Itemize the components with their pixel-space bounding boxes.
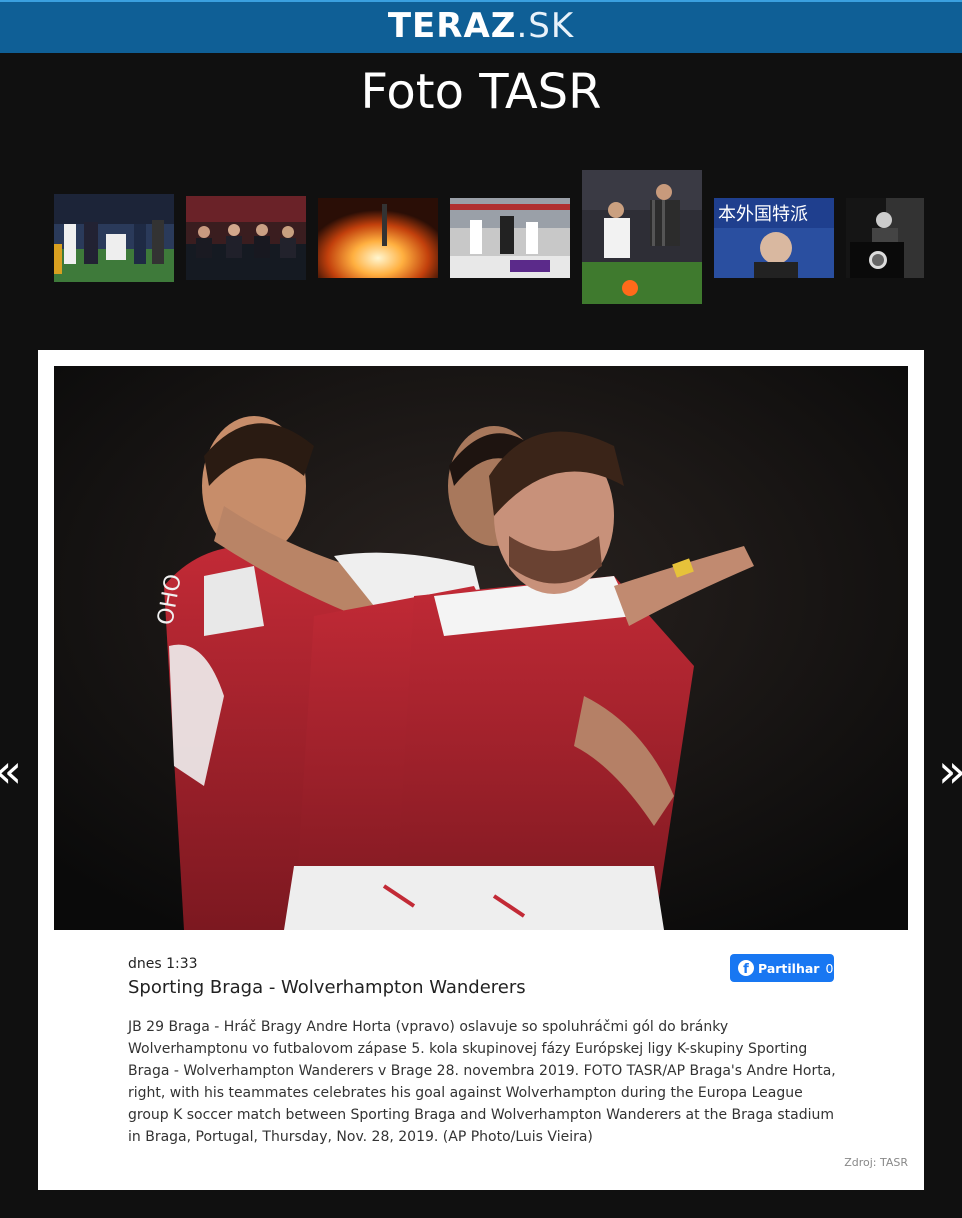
thumb-vip-stands[interactable]	[186, 196, 306, 280]
thumb-missile-launch[interactable]	[318, 198, 438, 278]
thumb-japanese-press[interactable]: 本外国特派	[714, 198, 834, 278]
photo-card: OHO dnes 1:33 Sporting Braga - Wolverham…	[38, 350, 924, 1190]
thumbnail-strip[interactable]: 本外国特派	[54, 170, 924, 304]
logo-bold: TERAZ	[387, 6, 517, 46]
thumb-football-injury[interactable]	[54, 194, 174, 282]
logo-light: .SK	[516, 6, 575, 46]
site-header: TERAZ.SK	[0, 0, 962, 53]
next-photo-arrow[interactable]: »	[938, 748, 962, 794]
thumb-football-match[interactable]	[450, 198, 570, 278]
photo-description: JB 29 Braga - Hráč Bragy Andre Horta (vp…	[128, 1019, 836, 1145]
main-photo[interactable]: OHO	[54, 366, 908, 930]
site-logo[interactable]: TERAZ.SK	[0, 6, 962, 46]
share-label: Partilhar	[758, 960, 820, 976]
facebook-icon: f	[738, 960, 754, 976]
photo-date: dnes 1:33	[128, 956, 198, 972]
svg-text:本外国特派: 本外国特派	[718, 204, 808, 225]
thumb-president-podium[interactable]	[846, 198, 924, 278]
thumb-football-tackle[interactable]	[582, 170, 702, 304]
gallery-title: Foto TASR	[360, 64, 602, 120]
previous-photo-arrow[interactable]: «	[0, 748, 22, 794]
photo-title: Sporting Braga - Wolverhampton Wanderers	[128, 977, 526, 998]
photo-source: Zdroj: TASR	[844, 1156, 908, 1169]
facebook-share-button[interactable]: f Partilhar 0	[730, 954, 834, 982]
share-count: 0	[825, 960, 834, 976]
